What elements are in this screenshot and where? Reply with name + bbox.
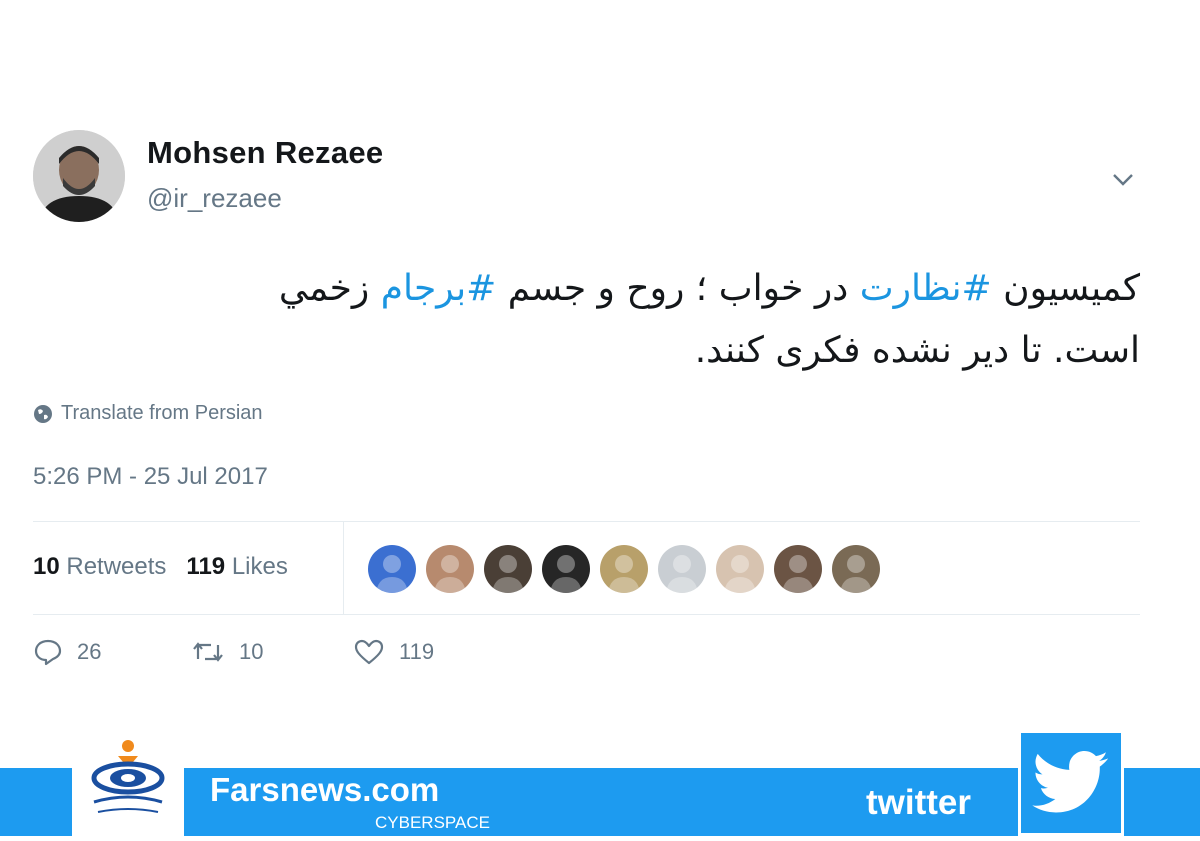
retweets-stat[interactable]: 10 Retweets [33,553,166,580]
tweet-text-segment: در خواب ؛ روح و جسم [496,268,860,309]
liker-avatar[interactable] [368,545,416,593]
hashtag-link[interactable]: #برجام [381,268,497,309]
tweet-timestamp[interactable]: 5:26 PM - 25 Jul 2017 [33,463,268,491]
likes-stat[interactable]: 119 Likes [186,553,287,580]
tweet-line-2: است. تا دیر نشده فکری کنند. [694,330,1140,371]
likes-count: 119 [186,553,226,580]
liker-avatar[interactable] [600,545,648,593]
retweet-icon [193,642,223,662]
liker-avatar[interactable] [832,545,880,593]
liker-avatar[interactable] [658,545,706,593]
divider [33,614,1140,615]
avatar[interactable] [33,130,125,222]
like-button[interactable]: 119 [353,638,434,666]
liker-avatar[interactable] [484,545,532,593]
liker-avatar[interactable] [542,545,590,593]
tweet-text-segment: کمیسیون [991,268,1140,309]
chevron-down-icon[interactable] [1108,166,1138,192]
reply-icon [34,639,62,666]
farsnews-site: Farsnews.com [210,771,440,808]
tweet-actions: 26 10 119 [33,638,434,666]
tweet-text-segment: زخمي [278,268,381,309]
liker-avatar[interactable] [716,545,764,593]
avatar-image [33,130,125,222]
tweet-stats: 10 Retweets 119 Likes [33,553,288,581]
retweets-label: Retweets [66,553,167,580]
author-handle[interactable]: @ir_rezaee [147,183,282,214]
retweet-button[interactable]: 10 [191,639,353,665]
reply-button[interactable]: 26 [33,638,191,666]
fars-logo [72,730,184,836]
farsnews-section: CYBERSPACE [375,813,490,832]
heart-icon [354,639,384,665]
tweet-line-1: کمیسیون #نظارت در خواب ؛ روح و جسم #برجا… [90,258,1140,320]
tweet-text: کمیسیون #نظارت در خواب ؛ روح و جسم #برجا… [90,258,1140,382]
divider [343,522,344,614]
author-name[interactable]: Mohsen Rezaee [147,135,383,171]
translate-link[interactable]: Translate from Persian [33,402,263,425]
twitter-bird-icon [1018,730,1124,836]
liker-avatar[interactable] [774,545,822,593]
divider [33,521,1140,522]
reply-count: 26 [77,639,102,664]
retweets-count: 10 [33,553,60,580]
liker-avatar[interactable] [426,545,474,593]
twitter-wordmark: twitter [866,783,971,822]
likes-label: Likes [231,553,288,580]
globe-icon [34,404,52,423]
hashtag-link[interactable]: #نظارت [860,268,992,309]
like-count: 119 [399,639,435,664]
liker-avatars [368,545,880,593]
translate-label: Translate from Persian [61,402,263,424]
retweet-count: 10 [239,639,264,664]
